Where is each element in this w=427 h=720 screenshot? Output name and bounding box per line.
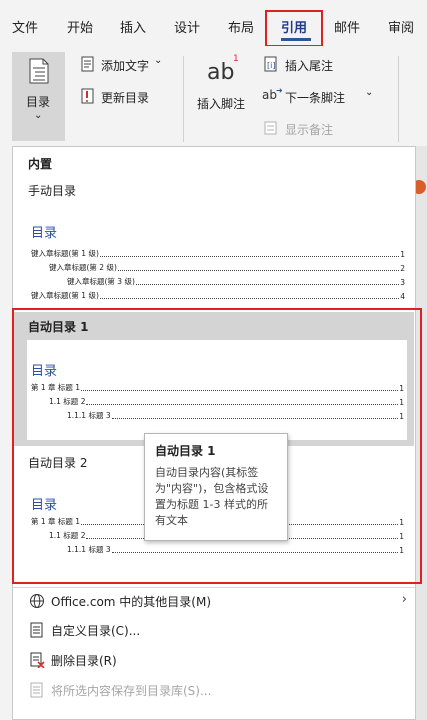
insert-footnote-icon: ab — [207, 60, 235, 85]
footnote-superscript: 1 — [233, 54, 239, 64]
toc-button-label: 目录 — [26, 95, 51, 109]
menu-item-label: 自定义目录(C)... — [51, 624, 141, 638]
auto-toc-1-tooltip: 自动目录 1 自动目录内容(其标签为"内容")，包含格式设置为标题 1-3 样式… — [144, 433, 288, 541]
tab-review[interactable]: 审阅 — [388, 17, 414, 36]
tooltip-body: 自动目录内容(其标签为"内容")，包含格式设置为标题 1-3 样式的所有文本 — [155, 466, 269, 527]
toc-button[interactable]: 目录 ⌄ — [12, 52, 65, 141]
remove-toc-item[interactable]: 删除目录(R) — [13, 646, 415, 674]
chevron-down-icon: ⌄ — [34, 110, 43, 121]
next-footnote-icon: ab — [262, 88, 277, 102]
add-text-icon — [81, 56, 94, 72]
show-notes-button: 显示备注 — [285, 123, 334, 137]
toc-preview-row: 键入章标题(第 1 级) 1 — [31, 249, 405, 259]
insert-footnote-button[interactable]: 插入脚注 — [197, 95, 245, 112]
show-notes-icon — [264, 121, 277, 135]
references-tab-highlight — [265, 10, 323, 47]
more-tocs-office-item[interactable]: Office.com 中的其他目录(M) › — [13, 587, 415, 615]
tab-layout[interactable]: 布局 — [228, 17, 254, 36]
tab-home[interactable]: 开始 — [67, 17, 93, 36]
manual-toc-preview[interactable]: 目录 键入章标题(第 1 级) 1 键入章标题(第 2 级) 2 键入章标题(第 3… — [31, 222, 406, 304]
svg-text:[i]: [i] — [267, 61, 275, 70]
save-selection-icon — [30, 682, 43, 698]
builtin-header: 内置 — [28, 157, 53, 171]
menu-item-label: 删除目录(R) — [51, 654, 117, 668]
insert-endnote-button[interactable]: 插入尾注 — [285, 57, 333, 74]
add-text-button[interactable]: 添加文字 — [101, 57, 149, 74]
tab-mailings[interactable]: 邮件 — [334, 17, 360, 36]
manual-toc-label: 手动目录 — [28, 184, 77, 198]
ribbon-divider — [398, 56, 399, 142]
update-toc-button[interactable]: 更新目录 — [101, 89, 149, 106]
preview-title: 目录 — [31, 226, 58, 241]
tab-insert[interactable]: 插入 — [120, 17, 146, 36]
toc-preview-row: 键入章标题(第 3 级) 3 — [67, 277, 405, 287]
chevron-right-icon: › — [401, 592, 407, 607]
custom-toc-item[interactable]: 自定义目录(C)... — [13, 616, 415, 644]
custom-toc-icon — [30, 622, 43, 638]
tab-design[interactable]: 设计 — [174, 17, 200, 36]
insert-endnote-icon: [i] — [264, 56, 277, 72]
ribbon-tabs: 文件 开始 插入 设计 布局 引用 邮件 审阅 — [0, 0, 427, 47]
ribbon-divider — [183, 56, 184, 142]
menu-item-label: Office.com 中的其他目录(M) — [51, 595, 212, 609]
chevron-down-icon: ⌄ — [154, 55, 163, 66]
tab-file[interactable]: 文件 — [12, 17, 38, 36]
globe-icon — [30, 594, 44, 608]
next-footnote-button[interactable]: 下一条脚注 — [285, 89, 345, 106]
tooltip-title: 自动目录 1 — [155, 444, 216, 458]
save-selection-toc-item: 将所选内容保存到目录库(S)... — [13, 676, 415, 704]
toc-preview-row: 键入章标题(第 2 级) 2 — [49, 263, 405, 273]
chevron-down-icon: ⌄ — [365, 87, 374, 98]
next-arrow-icon: ➜ — [276, 86, 283, 95]
toc-preview-row: 键入章标题(第 1 级) 4 — [31, 291, 405, 301]
toc-icon — [29, 58, 49, 84]
update-toc-icon — [81, 88, 94, 104]
remove-toc-icon — [30, 652, 45, 668]
menu-item-label: 将所选内容保存到目录库(S)... — [51, 684, 212, 698]
